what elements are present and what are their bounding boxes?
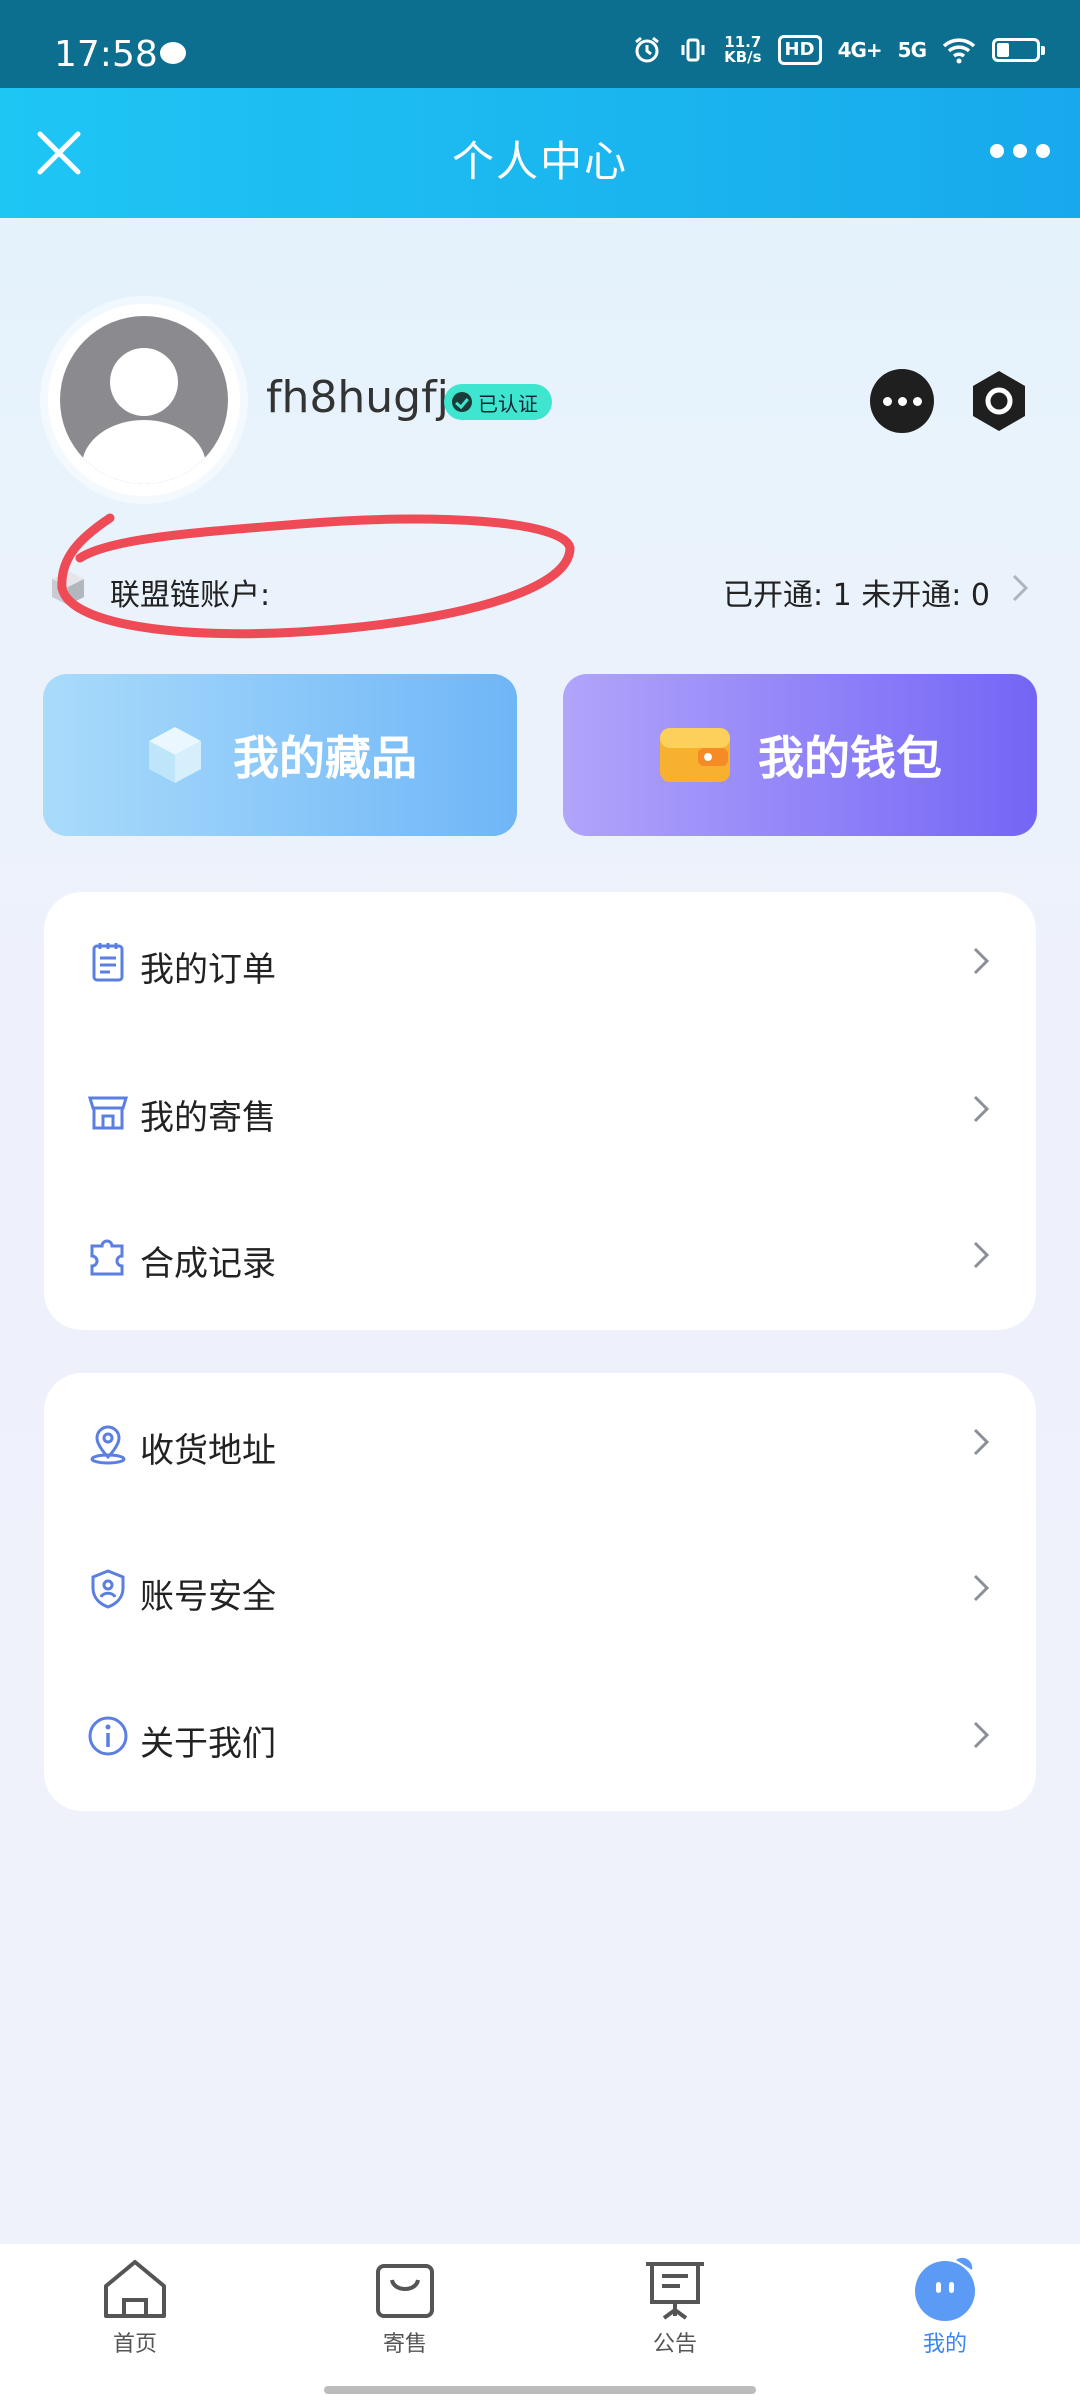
chevron-right-icon: [1012, 574, 1029, 602]
menu-label: 关于我们: [140, 1724, 276, 1764]
hd-icon: HD: [777, 35, 822, 65]
alliance-label: 联盟链账户:: [110, 578, 271, 613]
alliance-chain-account-row[interactable]: 联盟链账户: 已开通: 1 未开通: 0: [40, 560, 1040, 616]
home-icon: [104, 2260, 166, 2318]
menu-label: 合成记录: [140, 1244, 276, 1284]
signal-5g-icon: 5G: [897, 38, 927, 62]
status-time: 17:58: [54, 34, 158, 75]
nav-mine[interactable]: 我的: [870, 2256, 1020, 2376]
net-speed-unit: KB/s: [724, 48, 762, 66]
my-wallet-card[interactable]: 我的钱包: [563, 674, 1037, 836]
chat-notification-icon: [160, 42, 186, 64]
chevron-right-icon: [973, 1428, 990, 1456]
wallet-icon: [660, 728, 730, 782]
bag-icon: [376, 2264, 434, 2318]
chevron-right-icon: [973, 1095, 990, 1123]
menu-panel-orders: 我的订单 我的寄售 合成记录: [44, 892, 1036, 1330]
my-collection-label: 我的藏品: [233, 731, 417, 785]
shield-user-icon: [91, 1569, 125, 1609]
menu-label: 我的寄售: [140, 1098, 276, 1138]
notice-board-icon: [646, 2262, 704, 2320]
battery-icon: [992, 38, 1045, 62]
bottom-nav: 首页 寄售 公告 我的: [0, 2244, 1080, 2400]
menu-item-account-security[interactable]: 账号安全: [44, 1519, 1036, 1659]
chevron-right-icon: [973, 1574, 990, 1602]
message-button[interactable]: [870, 369, 934, 433]
nav-label: 寄售: [382, 2332, 427, 2357]
cube-icon: [52, 571, 84, 605]
page-title: 个人中心: [451, 137, 628, 186]
menu-label: 我的订单: [140, 950, 276, 990]
cube-icon: [149, 727, 201, 783]
menu-item-synthesis-records[interactable]: 合成记录: [44, 1186, 1036, 1326]
net-speed: 11.7 KB/s: [724, 35, 761, 65]
nav-label: 首页: [112, 2332, 157, 2357]
nav-announcement[interactable]: 公告: [600, 2256, 750, 2376]
alliance-status: 已开通: 1 未开通: 0: [723, 578, 990, 613]
my-collection-card[interactable]: 我的藏品: [43, 674, 517, 836]
status-icons: 11.7 KB/s HD 4G+ 5G: [632, 30, 1045, 70]
signal-4g-icon: 4G+: [837, 38, 883, 62]
nav-label: 公告: [652, 2332, 697, 2357]
verified-badge: 已认证: [444, 384, 552, 420]
vibrate-icon: [681, 38, 705, 62]
chevron-right-icon: [973, 947, 990, 975]
avatar-image: [60, 316, 228, 484]
location-icon: [90, 1425, 126, 1465]
menu-item-about-us[interactable]: 关于我们: [44, 1666, 1036, 1806]
wifi-icon: [942, 38, 976, 64]
nav-home[interactable]: 首页: [60, 2256, 210, 2376]
username: fh8hugfj: [266, 372, 449, 423]
puzzle-icon: [90, 1239, 124, 1276]
settings-hexagon-icon[interactable]: [966, 368, 1032, 434]
nav-label: 我的: [922, 2332, 967, 2357]
menu-item-shipping-address[interactable]: 收货地址: [44, 1373, 1036, 1513]
menu-item-consignment[interactable]: 我的寄售: [44, 1040, 1036, 1180]
default-user-icon: [82, 348, 206, 484]
avatar[interactable]: [48, 304, 240, 496]
status-bar: 17:58 11.7 KB/s HD 4G+ 5G: [0, 0, 1080, 88]
verified-label: 已认证: [478, 391, 538, 416]
nav-consignment[interactable]: 寄售: [330, 2256, 480, 2376]
more-icon[interactable]: [990, 144, 1050, 164]
info-icon: [88, 1716, 128, 1756]
menu-item-orders[interactable]: 我的订单: [44, 892, 1036, 1032]
chevron-right-icon: [973, 1241, 990, 1269]
battery-level: [997, 43, 1009, 57]
order-icon: [92, 943, 124, 982]
menu-panel-account: 收货地址 账号安全 关于我们: [44, 1373, 1036, 1811]
profile-face-icon: [915, 2257, 975, 2321]
menu-label: 账号安全: [140, 1577, 276, 1617]
chevron-right-icon: [973, 1721, 990, 1749]
shop-icon: [87, 1096, 129, 1130]
verified-check-icon: [452, 392, 472, 412]
alarm-icon: [635, 36, 660, 63]
home-indicator[interactable]: [324, 2386, 756, 2394]
menu-label: 收货地址: [140, 1431, 276, 1471]
top-header: 个人中心: [0, 88, 1080, 218]
my-wallet-label: 我的钱包: [758, 731, 942, 785]
